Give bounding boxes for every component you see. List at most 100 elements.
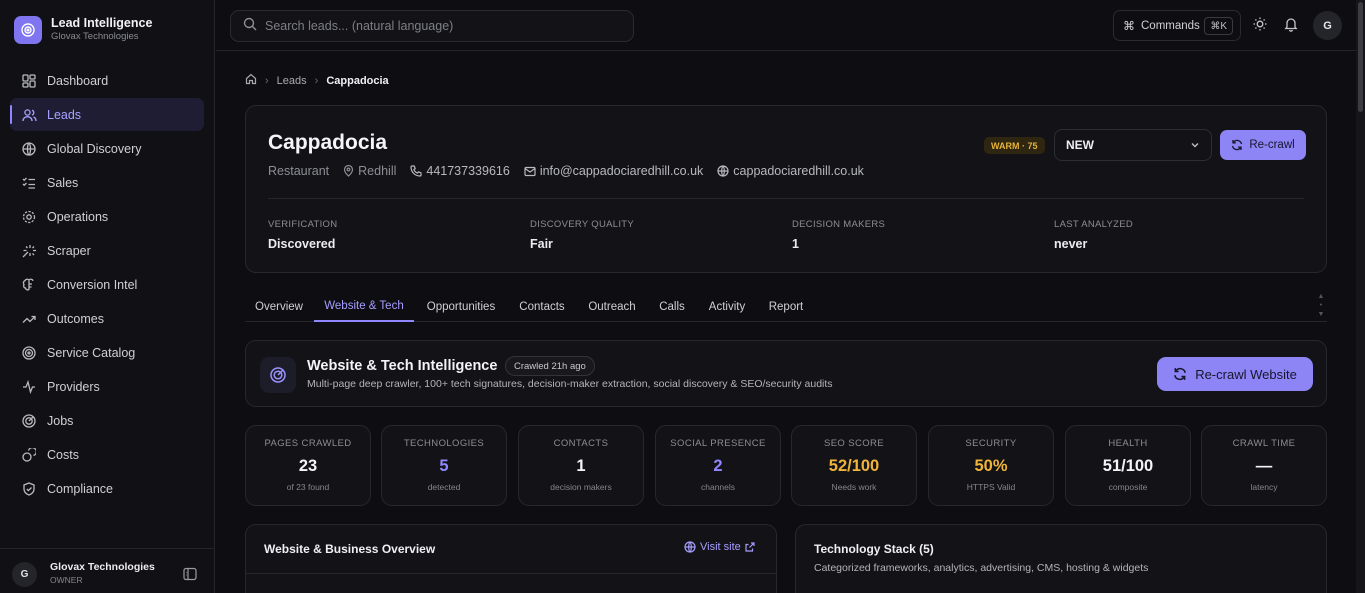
tab-bar: Overview Website & Tech Opportunities Co… bbox=[245, 292, 1327, 322]
metric-label: HEALTH bbox=[1108, 438, 1148, 449]
stat-label: VERIFICATION bbox=[268, 219, 338, 230]
pulse-icon bbox=[20, 378, 38, 396]
brand-subtitle: Glovax Technologies bbox=[51, 31, 139, 42]
phone-text: 441737339616 bbox=[426, 164, 510, 178]
sidebar-item-sales[interactable]: Sales bbox=[10, 166, 204, 199]
sidebar-item-label: Global Discovery bbox=[47, 141, 142, 156]
breadcrumb-leads[interactable]: Leads bbox=[277, 75, 307, 87]
globe-icon bbox=[20, 140, 38, 158]
home-icon[interactable] bbox=[245, 73, 257, 88]
lead-phone[interactable]: 441737339616 bbox=[410, 164, 510, 178]
map-pin-icon bbox=[344, 165, 354, 177]
sidebar-item-compliance[interactable]: Compliance bbox=[10, 472, 204, 505]
brand-title: Lead Intelligence bbox=[51, 16, 153, 30]
metric-label: SEO SCORE bbox=[823, 438, 885, 449]
commands-label: Commands bbox=[1141, 19, 1200, 32]
brand[interactable]: Lead Intelligence Glovax Technologies bbox=[14, 16, 152, 44]
org-name: Glovax Technologies bbox=[50, 561, 155, 573]
lead-email[interactable]: info@cappadociaredhill.co.uk bbox=[524, 164, 703, 178]
search-input[interactable] bbox=[265, 19, 605, 33]
commands-button[interactable]: ⌘ Commands ⌘K bbox=[1113, 10, 1241, 41]
sidebar-item-scraper[interactable]: Scraper bbox=[10, 234, 204, 267]
sparkle-icon bbox=[20, 242, 38, 260]
metric-label: SOCIAL PRESENCE bbox=[670, 438, 766, 449]
sidebar-item-label: Outcomes bbox=[47, 311, 104, 326]
metric-seo-score: SEO SCORE 52/100 Needs work bbox=[791, 425, 917, 506]
bell-icon[interactable] bbox=[1283, 16, 1299, 32]
sidebar-item-label: Providers bbox=[47, 379, 100, 394]
target-icon bbox=[20, 344, 38, 362]
globe-icon bbox=[684, 541, 696, 553]
stat-decision-makers: DECISION MAKERS 1 bbox=[792, 219, 885, 251]
stat-value: never bbox=[1054, 237, 1088, 251]
sidebar-item-providers[interactable]: Providers bbox=[10, 370, 204, 403]
stat-value: Discovered bbox=[268, 237, 336, 251]
sidebar-collapse-icon[interactable] bbox=[183, 567, 197, 581]
email-text: info@cappadociaredhill.co.uk bbox=[539, 164, 704, 178]
stat-label: LAST ANALYZED bbox=[1054, 219, 1134, 230]
tab-outreach[interactable]: Outreach bbox=[581, 292, 643, 322]
sidebar-item-label: Conversion Intel bbox=[47, 277, 138, 292]
user-avatar[interactable]: G bbox=[1313, 11, 1342, 40]
globe-icon bbox=[717, 165, 729, 177]
metric-value: 52/100 bbox=[828, 457, 880, 475]
recrawl-website-label: Re-crawl Website bbox=[1195, 366, 1297, 382]
tab-scroll-arrows-icon[interactable]: ▲ • ▼ bbox=[1316, 292, 1326, 320]
tab-calls[interactable]: Calls bbox=[651, 292, 693, 322]
stat-value: 1 bbox=[792, 237, 799, 251]
avatar[interactable]: G bbox=[12, 562, 37, 587]
warm-score-badge: WARM · 75 bbox=[984, 137, 1045, 154]
page-scrollbar[interactable] bbox=[1356, 0, 1365, 593]
metric-sub: of 23 found bbox=[286, 482, 330, 492]
gear-icon bbox=[20, 208, 38, 226]
metric-value: — bbox=[1255, 457, 1273, 475]
phone-icon bbox=[410, 165, 422, 177]
tech-stack-subtitle: Categorized frameworks, analytics, adver… bbox=[814, 562, 1149, 574]
sidebar-item-service-catalog[interactable]: Service Catalog bbox=[10, 336, 204, 369]
sidebar-item-jobs[interactable]: Jobs bbox=[10, 404, 204, 437]
scrollbar-thumb[interactable] bbox=[1358, 2, 1363, 112]
tab-contacts[interactable]: Contacts bbox=[511, 292, 573, 322]
sidebar-nav: Dashboard Leads Global Discovery Sales O… bbox=[10, 64, 204, 506]
search-box[interactable] bbox=[230, 10, 634, 42]
brain-icon bbox=[20, 276, 38, 294]
command-icon: ⌘ bbox=[1123, 18, 1135, 33]
metric-label: CONTACTS bbox=[553, 438, 609, 449]
visit-site-label: Visit site bbox=[700, 541, 741, 553]
sidebar-item-dashboard[interactable]: Dashboard bbox=[10, 64, 204, 97]
lead-website[interactable]: cappadociaredhill.co.uk bbox=[717, 164, 864, 178]
tab-overview[interactable]: Overview bbox=[245, 292, 313, 322]
metric-sub: latency bbox=[1250, 482, 1278, 492]
crawled-badge: Crawled 21h ago bbox=[505, 356, 595, 376]
recrawl-label: Re-crawl bbox=[1249, 139, 1295, 151]
sidebar-item-operations[interactable]: Operations bbox=[10, 200, 204, 233]
metric-contacts: CONTACTS 1 decision makers bbox=[518, 425, 644, 506]
sidebar-item-outcomes[interactable]: Outcomes bbox=[10, 302, 204, 335]
recrawl-website-button[interactable]: Re-crawl Website bbox=[1157, 357, 1313, 391]
topbar: ⌘ Commands ⌘K G bbox=[216, 0, 1365, 51]
metric-value: 51/100 bbox=[1102, 457, 1154, 475]
tab-opportunities[interactable]: Opportunities bbox=[417, 292, 505, 322]
tab-report[interactable]: Report bbox=[763, 292, 809, 322]
tab-activity[interactable]: Activity bbox=[701, 292, 753, 322]
shield-icon bbox=[20, 480, 38, 498]
sun-icon[interactable] bbox=[1252, 16, 1268, 32]
sidebar-item-costs[interactable]: Costs bbox=[10, 438, 204, 471]
page-title: Cappadocia bbox=[268, 131, 388, 154]
visit-site-link[interactable]: Visit site bbox=[684, 541, 755, 553]
metric-label: TECHNOLOGIES bbox=[403, 438, 485, 449]
sidebar-item-global-discovery[interactable]: Global Discovery bbox=[10, 132, 204, 165]
status-select[interactable]: NEW bbox=[1054, 129, 1212, 161]
website-tech-intel-card: Website & Tech Intelligence Crawled 21h … bbox=[245, 340, 1327, 407]
tech-stack-title: Technology Stack (5) bbox=[814, 542, 934, 556]
metric-technologies: TECHNOLOGIES 5 detected bbox=[381, 425, 507, 506]
tab-website-tech[interactable]: Website & Tech bbox=[314, 292, 414, 322]
stat-label: DISCOVERY QUALITY bbox=[530, 219, 635, 230]
technology-stack-card: Technology Stack (5) Categorized framewo… bbox=[795, 524, 1327, 593]
sidebar-item-conversion-intel[interactable]: Conversion Intel bbox=[10, 268, 204, 301]
overview-title: Website & Business Overview bbox=[264, 542, 436, 556]
sidebar-item-label: Sales bbox=[47, 175, 79, 190]
recrawl-button[interactable]: Re-crawl bbox=[1220, 130, 1306, 160]
coins-icon bbox=[20, 446, 38, 464]
sidebar-item-leads[interactable]: Leads bbox=[10, 98, 204, 131]
